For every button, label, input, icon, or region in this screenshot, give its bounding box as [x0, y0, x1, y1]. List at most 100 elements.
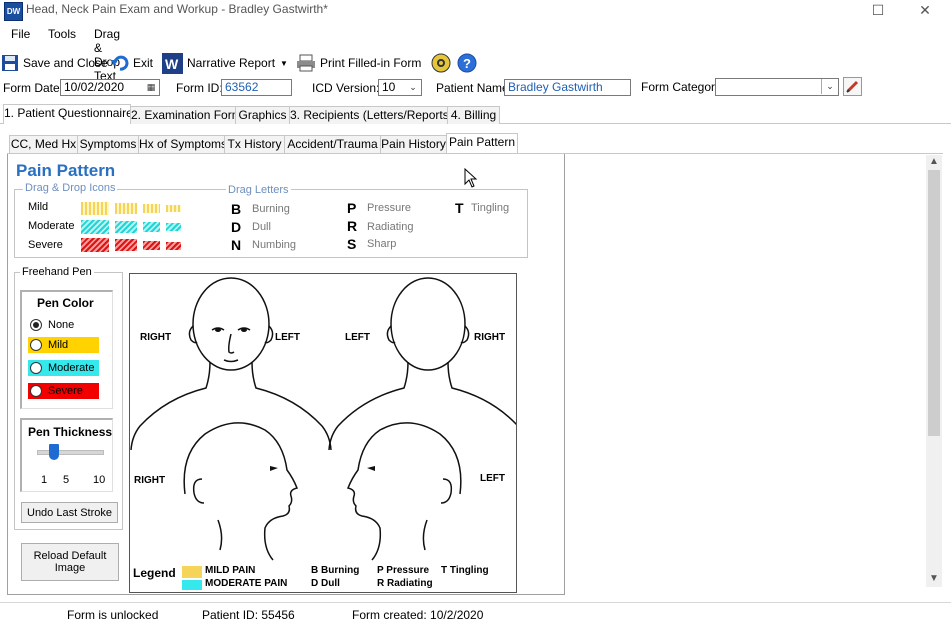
mild-icon-tiny[interactable] — [166, 205, 181, 212]
severe-icon-tiny[interactable] — [166, 242, 181, 250]
icd-version-select[interactable]: 10 ⌄ — [378, 79, 422, 96]
pen-color-title: Pen Color — [37, 296, 94, 310]
scroll-down-icon[interactable]: ▼ — [929, 573, 939, 584]
undo-last-stroke-button[interactable]: Undo Last Stroke — [21, 502, 118, 523]
letter-t[interactable]: T — [455, 200, 464, 216]
mild-icon-small[interactable] — [143, 204, 160, 213]
legend-burning: B Burning — [311, 565, 360, 576]
letter-s-label: Sharp — [367, 238, 397, 250]
form-category-select[interactable]: ⌄ — [715, 78, 839, 96]
scrollbar-thumb[interactable] — [928, 170, 940, 436]
save-close-label: Save and Close — [23, 56, 108, 70]
severe-icon-large[interactable] — [81, 238, 109, 252]
save-close-button[interactable]: Save and Close — [1, 52, 108, 74]
form-category-label: Form Category: — [641, 80, 725, 94]
tab-hx-of-symptoms[interactable]: Hx of Symptoms — [138, 135, 227, 153]
scroll-up-icon[interactable]: ▲ — [929, 156, 939, 167]
moderate-icon-medium[interactable] — [115, 221, 137, 233]
pain-diagram-canvas[interactable]: RIGHT LEFT LEFT RIGHT RIGHT LEFT Legend … — [129, 273, 517, 593]
pen-color-none[interactable]: None — [28, 317, 99, 333]
tab-tx-history[interactable]: Tx History — [224, 135, 285, 153]
pen-color-none-label: None — [48, 319, 75, 331]
mild-level-label: Mild — [28, 201, 49, 213]
pencil-icon — [846, 80, 859, 93]
thickness-tick-1: 1 — [41, 474, 48, 486]
radio-mild[interactable] — [30, 339, 42, 351]
legend-mild-pain: MILD PAIN — [205, 565, 256, 576]
letter-s[interactable]: S — [347, 236, 356, 252]
form-date-value: 10/02/2020 — [64, 80, 125, 94]
lock-status: Form is unlocked — [67, 608, 159, 622]
mild-icon-large[interactable] — [81, 202, 109, 215]
pen-color-severe-label: Severe — [48, 385, 83, 397]
maximize-icon[interactable]: ☐ — [855, 0, 901, 22]
radio-moderate[interactable] — [30, 362, 42, 374]
form-id-label: Form ID: — [176, 81, 223, 95]
profile-right-label: RIGHT — [134, 475, 166, 486]
thickness-slider-handle[interactable] — [49, 444, 59, 460]
tab-recipients[interactable]: 3. Recipients (Letters/Reports) — [289, 106, 453, 124]
tab-graphics[interactable]: Graphics — [235, 106, 290, 124]
mild-icon-medium[interactable] — [115, 203, 137, 214]
chevron-down-icon[interactable]: ⌄ — [821, 79, 838, 94]
thickness-slider-track[interactable] — [37, 450, 104, 455]
pen-color-severe[interactable]: Severe — [28, 383, 99, 399]
tab-pain-pattern[interactable]: Pain Pattern — [446, 133, 518, 153]
page-title: Pain Pattern — [16, 161, 116, 180]
tab-accident-trauma[interactable]: Accident/Trauma — [284, 135, 381, 153]
exit-button[interactable]: Exit — [111, 52, 153, 74]
reload-default-image-button[interactable]: Reload Default Image — [21, 543, 119, 581]
tab-patient-questionnaire[interactable]: 1. Patient Questionnaire — [3, 104, 133, 124]
legend-dull: D Dull — [311, 578, 340, 589]
form-date-field[interactable]: 10/02/2020 ▦ — [60, 79, 160, 96]
print-form-label: Print Filled-in Form — [320, 56, 422, 70]
narrative-report-button[interactable]: W Narrative Report ▼ — [162, 52, 288, 74]
radio-none[interactable] — [30, 319, 42, 331]
moderate-icon-large[interactable] — [81, 220, 109, 234]
severe-icon-small[interactable] — [143, 241, 160, 250]
tab-examination-form[interactable]: 2. Examination Form — [130, 106, 242, 124]
help-button[interactable]: ? — [457, 52, 481, 74]
icd-version-value: 10 — [382, 80, 396, 94]
word-document-icon: W — [162, 52, 183, 74]
tab-symptoms[interactable]: Symptoms — [77, 135, 139, 153]
settings-gear-button[interactable] — [431, 52, 455, 74]
drag-drop-icons-title: Drag & Drop Icons — [23, 182, 118, 194]
pen-color-mild[interactable]: Mild — [28, 337, 99, 353]
moderate-icon-tiny[interactable] — [166, 223, 181, 231]
letter-t-label: Tingling — [471, 202, 510, 214]
letter-r-label: Radiating — [367, 221, 414, 233]
letter-n[interactable]: N — [231, 237, 241, 253]
pen-color-moderate[interactable]: Moderate — [28, 360, 99, 376]
drag-letters-title: Drag Letters — [226, 184, 291, 196]
legend-radiating: R Radiating — [377, 578, 433, 589]
letter-b[interactable]: B — [231, 201, 241, 217]
chevron-down-icon[interactable]: ▼ — [280, 59, 288, 68]
chevron-down-icon[interactable]: ⌄ — [405, 80, 421, 95]
letter-d[interactable]: D — [231, 219, 241, 235]
thickness-tick-5: 5 — [63, 474, 70, 486]
calendar-icon[interactable]: ▦ — [143, 80, 159, 95]
pen-color-mild-label: Mild — [48, 339, 69, 351]
legend-moderate-pain: MODERATE PAIN — [205, 578, 288, 589]
patient-name-field[interactable]: Bradley Gastwirth — [504, 79, 631, 96]
radio-severe[interactable] — [30, 385, 42, 397]
severe-icon-medium[interactable] — [115, 239, 137, 251]
narrative-report-label: Narrative Report — [187, 56, 276, 70]
tab-billing[interactable]: 4. Billing — [447, 106, 500, 124]
print-form-button[interactable]: Print Filled-in Form — [296, 52, 421, 74]
tab-cc-med-hx[interactable]: CC, Med Hx — [9, 135, 78, 153]
edit-category-button[interactable] — [843, 77, 862, 96]
moderate-level-label: Moderate — [28, 220, 75, 232]
floppy-disk-icon — [2, 55, 18, 71]
moderate-icon-small[interactable] — [143, 222, 160, 232]
thickness-tick-10: 10 — [93, 474, 106, 486]
tab-pain-history[interactable]: Pain History — [380, 135, 447, 153]
letter-p-label: Pressure — [367, 202, 412, 214]
letter-p[interactable]: P — [347, 200, 356, 216]
form-id-field[interactable]: 63562 — [221, 79, 292, 96]
menu-file[interactable]: File — [11, 27, 30, 41]
letter-r[interactable]: R — [347, 218, 357, 234]
menu-tools[interactable]: Tools — [48, 27, 76, 41]
close-icon[interactable]: ✕ — [902, 0, 948, 22]
